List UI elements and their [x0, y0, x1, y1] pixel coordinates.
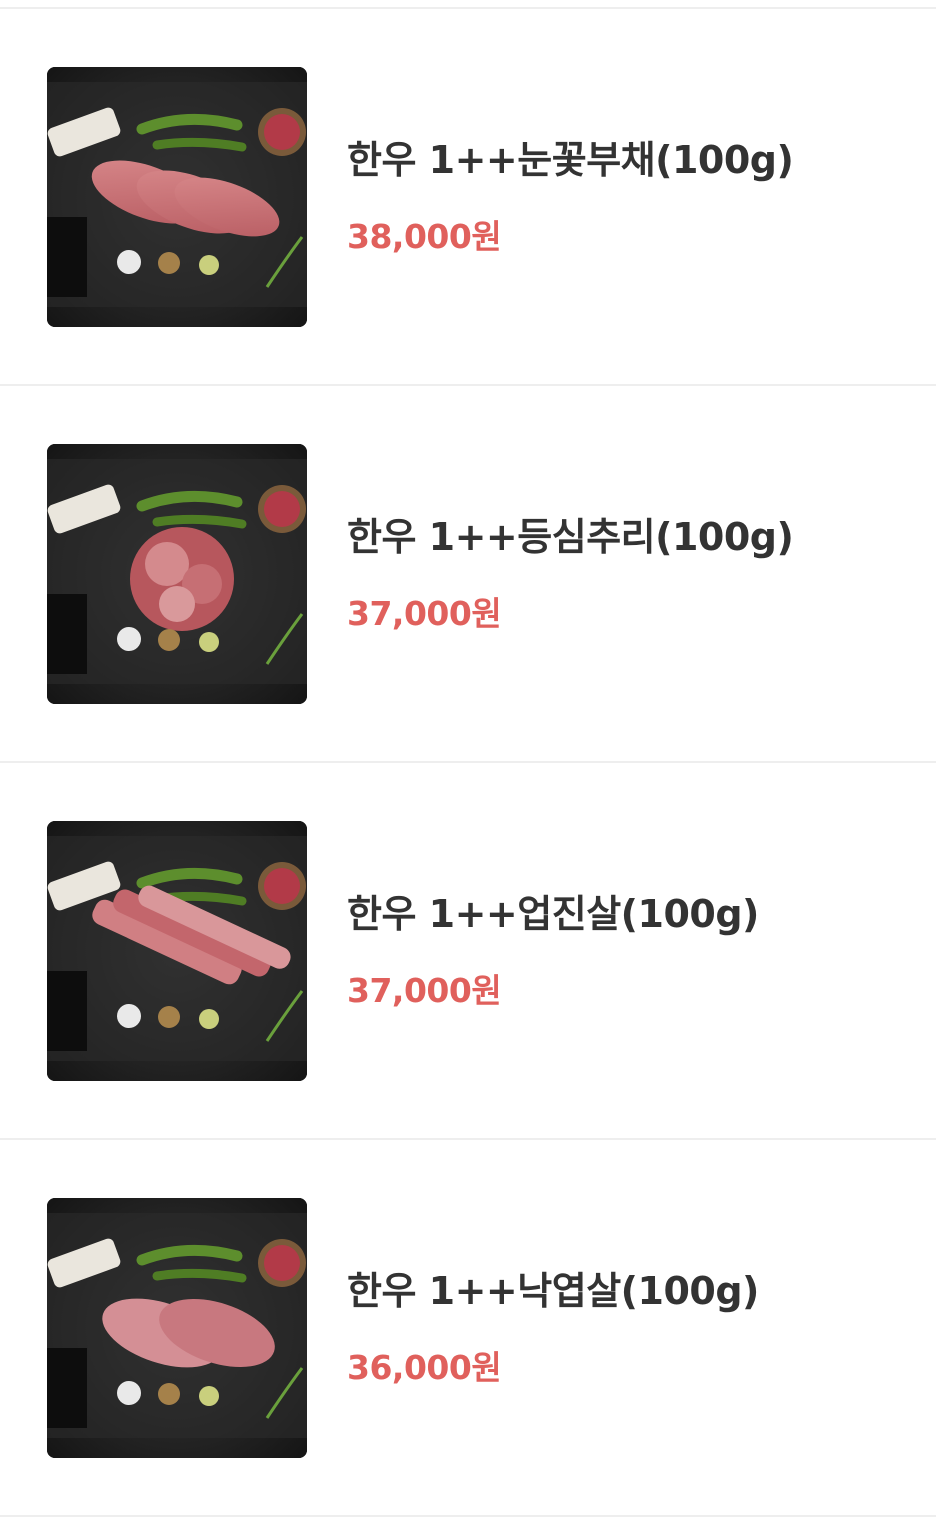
- product-price: 37,000원: [347, 594, 502, 633]
- beef-platter-image: [47, 444, 307, 704]
- beef-platter-image: [47, 1198, 307, 1458]
- product-name[interactable]: 한우 1++눈꽃부채(100g): [347, 136, 794, 184]
- product-item[interactable]: 한우 1++낙엽살(100g) 36,000원: [0, 1140, 936, 1517]
- product-item[interactable]: 한우 1++업진살(100g) 37,000원: [0, 763, 936, 1140]
- product-item[interactable]: 한우 1++눈꽃부채(100g) 38,000원: [0, 9, 936, 386]
- product-name[interactable]: 한우 1++업진살(100g): [347, 890, 759, 938]
- product-thumbnail[interactable]: [47, 67, 307, 327]
- product-name[interactable]: 한우 1++낙엽살(100g): [347, 1267, 759, 1315]
- product-name[interactable]: 한우 1++등심추리(100g): [347, 513, 794, 561]
- product-item[interactable]: 한우 1++등심추리(100g) 37,000원: [0, 386, 936, 763]
- product-thumbnail[interactable]: [47, 1198, 307, 1458]
- product-thumbnail[interactable]: [47, 444, 307, 704]
- product-price: 38,000원: [347, 217, 502, 256]
- product-price: 36,000원: [347, 1348, 502, 1387]
- item-divider: [0, 1515, 936, 1517]
- beef-platter-image: [47, 821, 307, 1081]
- beef-platter-image: [47, 67, 307, 327]
- product-price: 37,000원: [347, 971, 502, 1010]
- product-thumbnail[interactable]: [47, 821, 307, 1081]
